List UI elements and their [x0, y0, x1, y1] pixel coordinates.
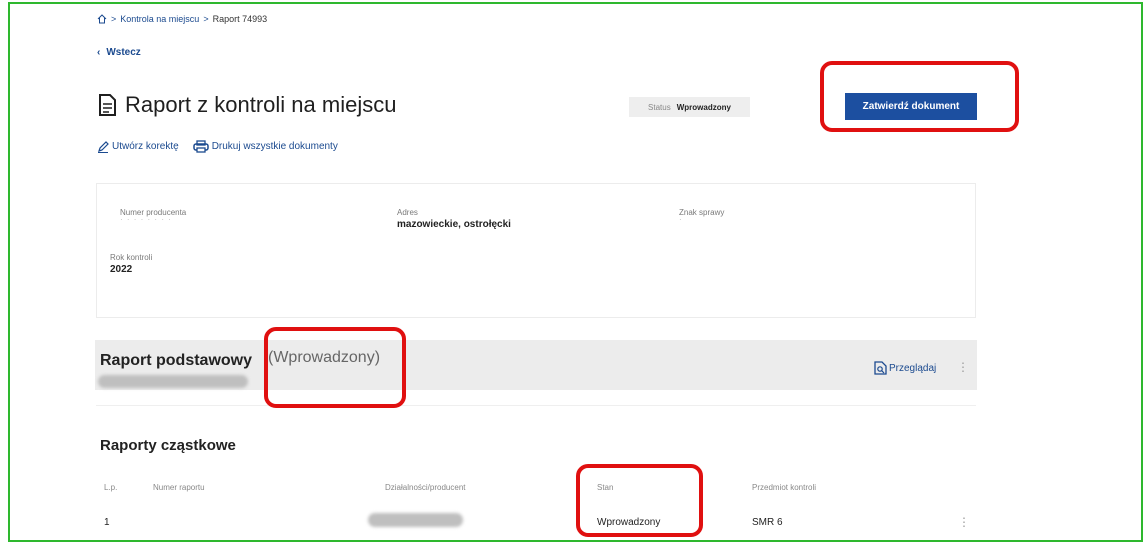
- status-label: Status: [648, 102, 671, 112]
- column-header-lp: L.p.: [104, 483, 118, 492]
- redacted-basic-report-info: [98, 375, 248, 388]
- pencil-icon: [97, 140, 109, 153]
- create-correction-label: Utwórz korektę: [112, 141, 179, 152]
- print-all-link[interactable]: Drukuj wszystkie dokumenty: [192, 140, 338, 153]
- case-sign-masked: ·: [679, 215, 683, 224]
- year-value: 2022: [110, 264, 133, 275]
- printer-icon: [192, 140, 209, 153]
- address-value: mazowieckie, ostrołęcki: [397, 219, 511, 230]
- breadcrumb: > Kontrola na miejscu > Raport 74993: [97, 14, 267, 24]
- address-label: Adres: [397, 208, 418, 217]
- highlight-basic-report-state: [264, 327, 406, 408]
- address-field: Adres mazowieckie, ostrołęcki: [397, 208, 511, 230]
- highlight-partial-state: [576, 464, 703, 537]
- breadcrumb-separator: >: [111, 14, 117, 24]
- preview-icon: [874, 361, 887, 375]
- back-link[interactable]: ‹ Wstecz: [97, 47, 141, 58]
- document-icon: [97, 94, 117, 116]
- status-badge: Status Wprowadzony: [629, 97, 750, 117]
- year-label: Rok kontroli: [110, 253, 153, 262]
- basic-report-title: Raport podstawowy: [100, 352, 253, 369]
- page-title-text: Raport z kontroli na miejscu: [125, 92, 397, 117]
- producer-number-masked: · · · · · · · ·: [120, 215, 172, 224]
- producer-number-field: Numer producenta · · · · · · · ·: [120, 208, 186, 224]
- breadcrumb-item-current: Raport 74993: [212, 14, 268, 24]
- document-actions: Utwórz korektę Drukuj wszystkie dokument…: [97, 140, 338, 153]
- page-title: Raport z kontroli na miejscu: [97, 92, 396, 118]
- status-value: Wprowadzony: [676, 102, 731, 112]
- print-all-label: Drukuj wszystkie dokumenty: [211, 141, 338, 152]
- redacted-producer: [368, 513, 463, 527]
- breadcrumb-separator: >: [203, 14, 209, 24]
- browse-label: Przeglądaj: [889, 362, 937, 374]
- case-sign-label: Znak sprawy: [679, 208, 725, 217]
- partial-reports-title: Raporty cząstkowe: [100, 437, 236, 454]
- kebab-icon[interactable]: ⋮: [957, 360, 969, 374]
- section-divider: [96, 405, 976, 406]
- column-header-subject: Przedmiot kontroli: [752, 483, 817, 492]
- chevron-left-icon: ‹: [97, 47, 101, 58]
- row-lp: 1: [104, 517, 110, 528]
- breadcrumb-item-kontrola[interactable]: Kontrola na miejscu: [120, 14, 199, 24]
- row-kebab-icon[interactable]: ⋮: [958, 515, 970, 529]
- create-correction-link[interactable]: Utwórz korektę: [97, 140, 179, 153]
- report-info-card: Numer producenta · · · · · · · · Adres m…: [96, 183, 976, 318]
- column-header-producer: Działalności/producent: [385, 483, 466, 492]
- home-icon[interactable]: [97, 14, 107, 24]
- back-label: Wstecz: [106, 47, 141, 58]
- year-field: Rok kontroli 2022: [110, 253, 152, 275]
- browse-link[interactable]: Przeglądaj: [874, 361, 936, 375]
- row-subject: SMR 6: [752, 517, 783, 528]
- case-sign-field: Znak sprawy ·: [679, 208, 725, 224]
- highlight-approve-button: [820, 61, 1019, 132]
- column-header-report-number: Numer raportu: [153, 483, 205, 492]
